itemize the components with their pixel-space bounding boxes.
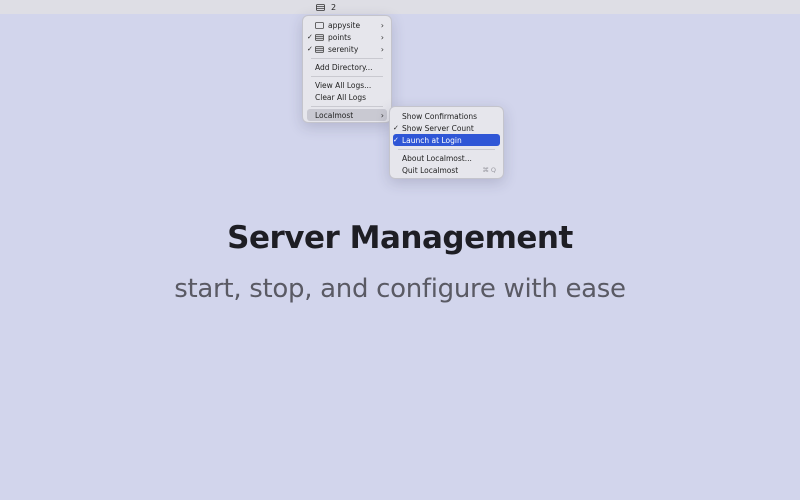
checkmark-icon: ✓ <box>393 124 399 132</box>
menu-item-label: Add Directory... <box>315 62 373 72</box>
menu-item-localmost[interactable]: Localmost › <box>307 109 387 121</box>
chevron-right-icon: › <box>380 110 384 120</box>
server-stack-icon <box>315 33 324 41</box>
localmost-submenu: Show Confirmations ✓ Show Server Count ✓… <box>389 106 504 179</box>
menu-item-server-points[interactable]: ✓ points › <box>307 31 387 43</box>
menu-item-label: Show Server Count <box>402 123 474 133</box>
server-count: 2 <box>331 2 337 12</box>
menu-separator <box>311 57 383 59</box>
checkmark-icon: ✓ <box>393 136 399 144</box>
chevron-right-icon: › <box>380 20 384 30</box>
menu-item-clear-all-logs[interactable]: Clear All Logs <box>307 91 387 103</box>
menu-item-label: Localmost <box>315 110 354 120</box>
localmost-menu: appysite › ✓ points › ✓ serenity › Add D… <box>302 15 392 123</box>
menu-item-server-serenity[interactable]: ✓ serenity › <box>307 43 387 55</box>
menu-item-server-appysite[interactable]: appysite › <box>307 19 387 31</box>
menu-separator <box>311 105 383 107</box>
chevron-right-icon: › <box>380 32 384 42</box>
hero-subtitle: start, stop, and configure with ease <box>174 274 626 304</box>
server-label: serenity <box>328 44 359 54</box>
menu-item-label: View All Logs... <box>315 80 372 90</box>
chevron-right-icon: › <box>380 44 384 54</box>
checkmark-icon: ✓ <box>307 33 313 41</box>
keyboard-shortcut: ⌘ Q <box>482 166 496 174</box>
menu-item-label: Quit Localmost <box>402 165 459 175</box>
hero-title: Server Management <box>227 220 573 256</box>
folder-outline-icon <box>315 21 324 29</box>
menu-item-view-all-logs[interactable]: View All Logs... <box>307 79 387 91</box>
menu-item-launch-at-login[interactable]: ✓ Launch at Login <box>393 134 500 146</box>
menu-item-show-confirmations[interactable]: Show Confirmations <box>393 110 500 122</box>
menu-item-show-server-count[interactable]: ✓ Show Server Count <box>393 122 500 134</box>
server-stack-icon <box>315 45 324 53</box>
menu-bar: 2 <box>0 0 800 14</box>
menu-item-label: Show Confirmations <box>402 111 478 121</box>
status-bar-item[interactable]: 2 <box>312 0 342 14</box>
menu-separator <box>311 75 383 77</box>
menu-item-label: Clear All Logs <box>315 92 366 102</box>
menu-item-add-directory[interactable]: Add Directory... <box>307 61 387 73</box>
server-label: appysite <box>328 20 361 30</box>
menu-item-label: About Localmost... <box>402 153 472 163</box>
checkmark-icon: ✓ <box>307 45 313 53</box>
server-label: points <box>328 32 352 42</box>
server-stack-icon <box>316 3 325 11</box>
menu-item-about[interactable]: About Localmost... <box>393 152 500 164</box>
menu-item-label: Launch at Login <box>402 135 462 145</box>
menu-separator <box>398 148 495 150</box>
menu-item-quit[interactable]: Quit Localmost ⌘ Q <box>393 164 500 176</box>
